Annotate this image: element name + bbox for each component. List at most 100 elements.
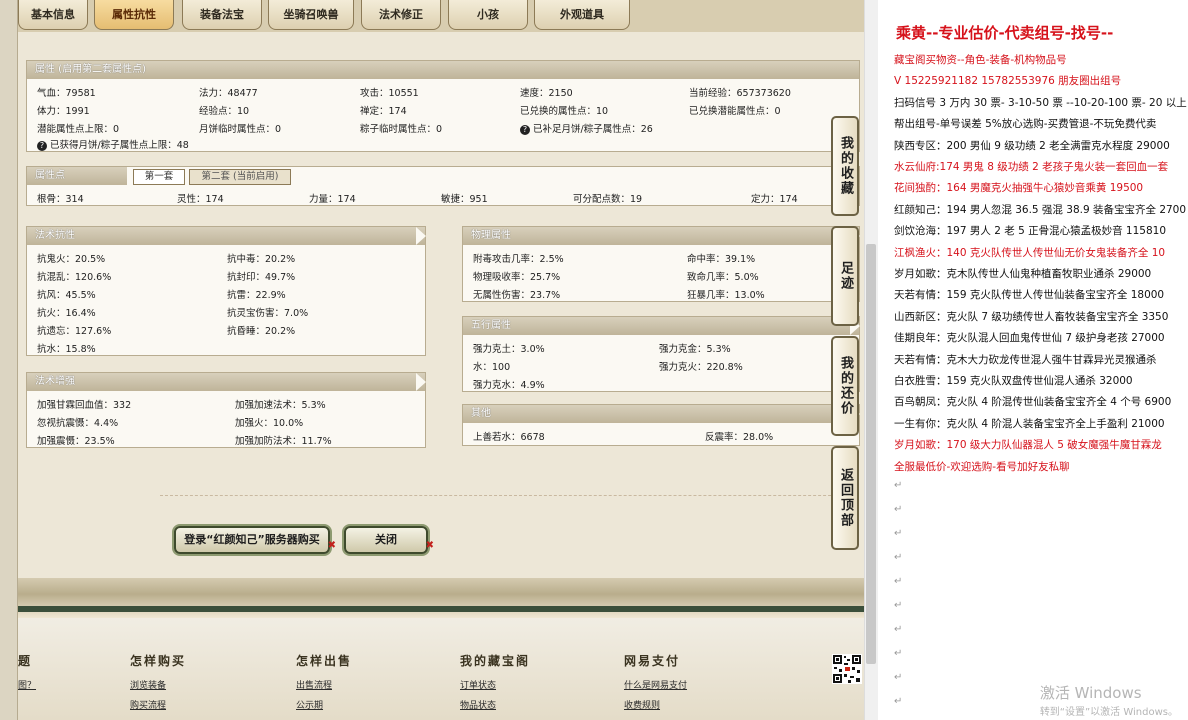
physical-value: 附毒攻击几率：2.5% (473, 254, 564, 265)
notes-title: 乘黄--专业估价-代卖组号-找号-- (896, 24, 1114, 42)
footer-link[interactable]: 公示期 (296, 698, 323, 711)
tab-equipment[interactable]: 装备法宝 (182, 0, 262, 30)
magic-resist-panel: 法术抗性 抗鬼火：20.5% 抗混乱：120.6% 抗风：45.5% 抗火：16… (26, 226, 426, 356)
resist-value: 抗鬼火：20.5% (37, 254, 106, 265)
boost-value: 忽视抗震慑：4.4% (37, 418, 119, 429)
physical-value: 狂暴几率：13.0% (687, 290, 765, 301)
mooncake-cap: ? 已获得月饼/粽子属性点上限：48 (37, 137, 189, 151)
my-favorites-button[interactable]: 我的收藏 (831, 116, 859, 216)
point-value: 力量：174 (309, 194, 356, 205)
notes-line: 红颜知己：194 男人忽混 36.5 强混 38.9 装备宝宝齐全 2700 (894, 203, 1187, 216)
my-offers-button[interactable]: 我的还价 (831, 336, 859, 436)
divider (160, 495, 856, 496)
element-value: 水：100 (473, 362, 511, 373)
notes-line: 佳期良年：克火队混人回血鬼传世仙 7 级护身老孩 27000 (894, 332, 1165, 345)
footer-link[interactable]: 什么是网易支付 (624, 678, 687, 691)
resist-value: 抗火：16.4% (37, 308, 96, 319)
notes-line: 一生有你：克火队 4 阶混人装备宝宝齐全上手盈利 21000 (894, 417, 1165, 430)
element-value: 强力克金：5.3% (659, 344, 731, 355)
close-mark-icon: ✖ (327, 540, 336, 551)
resist-value: 抗灵宝伤害：7.0% (227, 308, 309, 319)
attr-value: 经验点：10 (199, 106, 250, 117)
footer-link[interactable]: 购买流程 (130, 698, 166, 711)
footer-ornament (18, 578, 864, 618)
attr-value: 已兑换的属性点：10 (520, 106, 609, 117)
scrollbar-thumb[interactable] (866, 244, 876, 664)
other-value: 反震率：28.0% (705, 432, 774, 443)
footer-partial-title: 题 (18, 654, 31, 668)
close-button[interactable]: 关闭 ✖ (344, 526, 434, 554)
tab-basic-info[interactable]: 基本信息 (18, 0, 88, 30)
watermark-subtitle: 转到“设置”以激活 Windows。 (1039, 707, 1178, 718)
physical-value: 物理吸收率：25.7% (473, 272, 561, 283)
attribute-panel: 属性 (启用第二套属性点) 气血：79581 法力：48477 攻击：10551… (26, 60, 860, 152)
footer-link[interactable]: 浏览装备 (130, 678, 166, 691)
attr-value: 已兑换潜能属性点：0 (689, 106, 781, 117)
footer-band (18, 606, 864, 612)
notes-line: 剑饮沧海：197 男人 2 老 5 正骨混心猿孟极妙音 115810 (894, 225, 1167, 238)
tab-appearance[interactable]: 外观道具 (534, 0, 630, 30)
footer-col-title: 我的藏宝阁 (460, 654, 531, 668)
left-edge-strip (0, 0, 18, 720)
notes-line: 岁月如歌：170 级大力队仙器混人 5 破女魔强牛魔甘霖龙 (894, 439, 1162, 452)
attr-value: 已补足月饼/粽子属性点：26 (533, 124, 653, 135)
tab-mounts-pets[interactable]: 坐骑召唤兽 (268, 0, 354, 30)
qr-code-icon (832, 654, 862, 684)
points-panel: 属性点 第一套 第二套 (当前启用) 根骨：314 灵性：174 力量：174 … (26, 166, 860, 206)
attr-value: 气血：79581 (37, 88, 96, 99)
close-mark-icon: ✖ (425, 540, 434, 551)
points-panel-title: 属性点 (27, 167, 127, 185)
tab-points-set-1[interactable]: 第一套 (133, 169, 185, 185)
help-icon[interactable]: ? (37, 141, 47, 151)
tab-child[interactable]: 小孩 (448, 0, 528, 30)
tab-spell-correction[interactable]: 法术修正 (361, 0, 441, 30)
return-mark: ↵ (894, 528, 903, 539)
notes-document: 乘黄--专业估价-代卖组号-找号-- 藏宝阁买物资--角色-装备-机构物品号 V … (878, 0, 1188, 720)
attr-value: 禅定：174 (360, 106, 407, 117)
magic-boost-panel: 法术增强 加强甘霖回血值：332 忽视抗震慑：4.4% 加强震慑：23.5% 加… (26, 372, 426, 448)
resist-value: 抗混乱：120.6% (37, 272, 112, 283)
point-value: 定力：174 (751, 194, 798, 205)
footer-link[interactable]: 收费规则 (624, 698, 660, 711)
resist-value: 抗风：45.5% (37, 290, 96, 301)
resist-value: 抗中毒：20.2% (227, 254, 296, 265)
tab-points-set-2[interactable]: 第二套 (当前启用) (189, 169, 291, 185)
point-value: 可分配点数：19 (573, 194, 643, 205)
notes-line: 水云仙府:174 男鬼 8 级功绩 2 老孩子鬼火装一套回血一套 (894, 161, 1169, 173)
five-elements-title: 五行属性 (463, 317, 860, 335)
element-value: 强力克火：220.8% (659, 362, 743, 373)
footprint-button[interactable]: 足迹 (831, 226, 859, 326)
notes-line: 天若有情：159 克火队传世人传世仙装备宝宝齐全 18000 (894, 289, 1165, 302)
footer-col-title: 怎样出售 (296, 654, 353, 668)
attr-value: 已获得月饼/粽子属性点上限：48 (50, 140, 189, 151)
notes-line: 花间独酌：164 男魔克火抽强牛心猿妙音乘黄 19500 (894, 182, 1144, 195)
return-mark: ↵ (894, 624, 903, 635)
attr-value: 攻击：10551 (360, 88, 419, 99)
login-buy-button[interactable]: 登录“红颜知己”服务器购买 ✖ (174, 526, 336, 554)
return-mark: ↵ (894, 672, 903, 683)
notes-line: 百鸟朝凤：克火队 4 阶混传世仙装备宝宝齐全 4 个号 6900 (894, 396, 1172, 409)
boost-value: 加强火：10.0% (235, 418, 304, 429)
attr-value: 粽子临时属性点：0 (360, 124, 443, 135)
element-value: 强力克土：3.0% (473, 344, 545, 355)
footer-link[interactable]: 出售流程 (296, 678, 332, 691)
tab-attributes[interactable]: 属性抗性 (94, 0, 174, 30)
boost-value: 加强震慑：23.5% (37, 436, 115, 447)
physical-value: 致命几率：5.0% (687, 272, 759, 283)
footer-col-title: 怎样购买 (130, 654, 187, 668)
attr-value: 月饼临时属性点：0 (199, 124, 282, 135)
notes-line: 岁月如歌：克木队传世人仙鬼种植畜牧职业通杀 29000 (894, 268, 1152, 280)
footer-link[interactable]: 物品状态 (460, 698, 496, 711)
resist-value: 抗遗忘：127.6% (37, 326, 112, 337)
return-mark: ↵ (894, 480, 903, 491)
notes-line: 陕西专区：200 男仙 9 级功绩 2 老全满雷克水程度 29000 (894, 139, 1170, 152)
attributes-content: 属性 (启用第二套属性点) 气血：79581 法力：48477 攻击：10551… (18, 32, 864, 580)
attr-value: 法力：48477 (199, 88, 258, 99)
footer-partial-link[interactable]: 图？ (18, 678, 36, 691)
return-mark: ↵ (894, 504, 903, 515)
help-icon[interactable]: ? (520, 125, 530, 135)
back-to-top-button[interactable]: 返回顶部 (831, 446, 859, 550)
other-title: 其他 (463, 405, 860, 423)
tab-bar: 基本信息 属性抗性 装备法宝 坐骑召唤兽 法术修正 小孩 外观道具 (18, 0, 864, 32)
footer-link[interactable]: 订单状态 (460, 678, 496, 691)
